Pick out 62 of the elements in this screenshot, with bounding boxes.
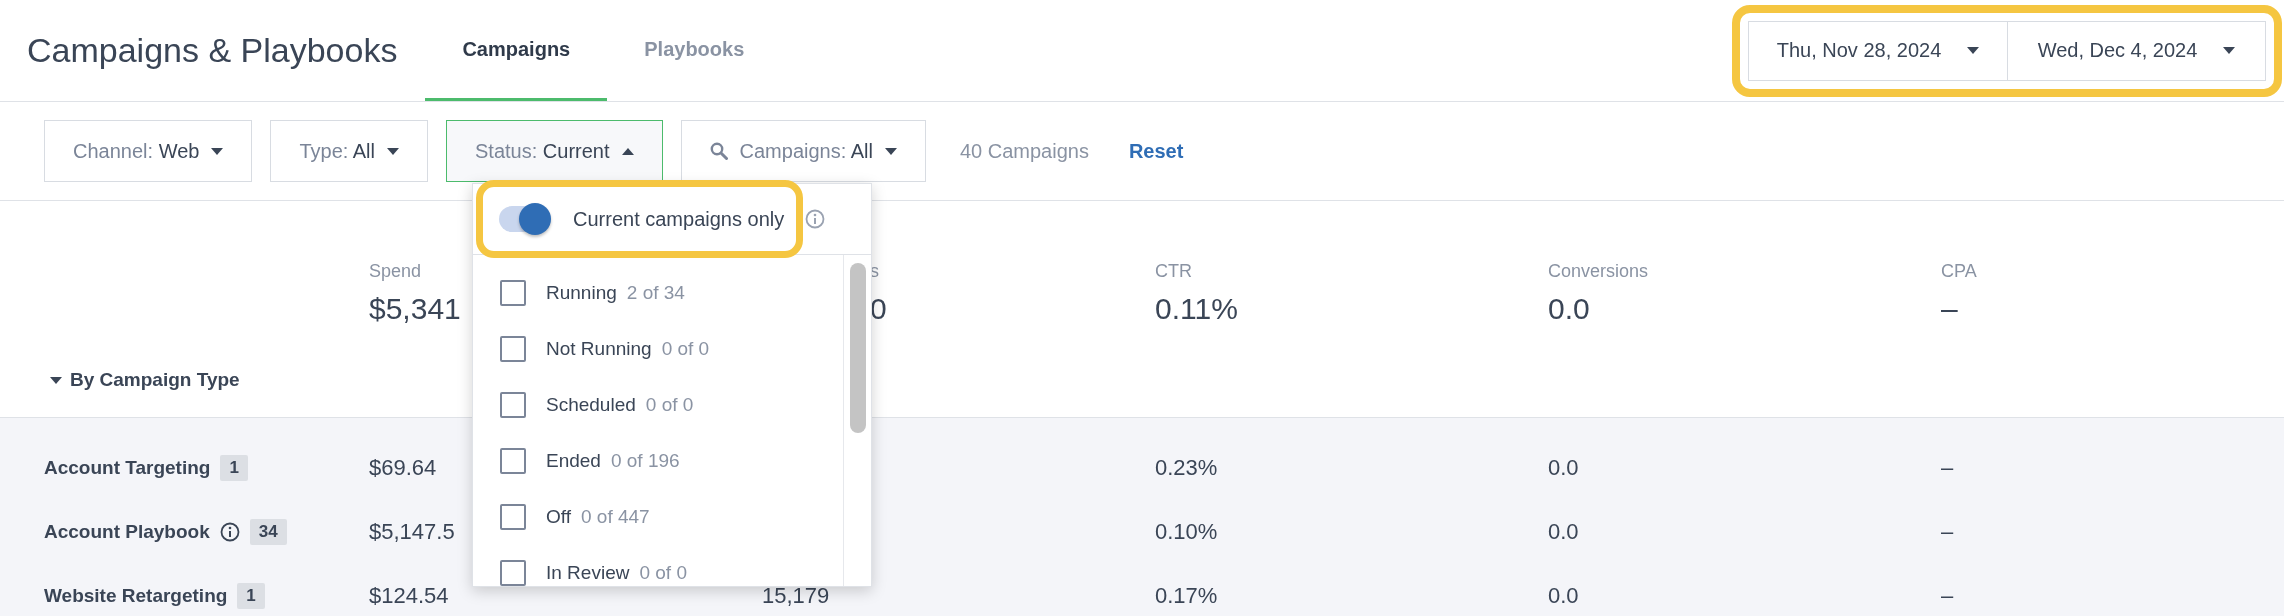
info-icon (219, 522, 240, 542)
metric-value: 0.11% (1155, 292, 1238, 326)
table-cell: 0.0 (1548, 583, 1579, 608)
table-cell: $5,147.5 (369, 519, 455, 544)
status-option[interactable]: Scheduled 0 of 0 (473, 377, 843, 433)
table-cell: – (1941, 519, 1954, 544)
status-option[interactable]: Ended 0 of 196 (473, 433, 843, 489)
count-badge: 1 (237, 583, 265, 609)
checkbox[interactable] (500, 392, 526, 418)
info-icon (805, 209, 826, 229)
caret-icon (884, 147, 897, 155)
checkbox[interactable] (500, 448, 526, 474)
table-cell: 15,179 (762, 583, 830, 608)
reset-link[interactable]: Reset (1128, 139, 1184, 163)
status-option[interactable]: Off 0 of 447 (473, 489, 843, 545)
toggle-switch[interactable] (499, 206, 549, 232)
table-cell: – (1941, 583, 1954, 608)
row-name: Account Targeting (44, 457, 211, 479)
status-option[interactable]: Running 2 of 34 (473, 265, 843, 321)
table-cell: 0.0 (1548, 519, 1579, 544)
table-cell: 0.23% (1155, 455, 1218, 480)
filter-dropdown[interactable]: Type: All (270, 120, 428, 182)
metric-value: – (1941, 292, 1958, 326)
caret-icon (621, 147, 634, 155)
table-cell: $124.54 (369, 583, 449, 608)
campaign-count: 40 Campaigns (959, 139, 1089, 163)
checkbox[interactable] (500, 504, 526, 530)
checkbox[interactable] (500, 336, 526, 362)
checkbox[interactable] (500, 280, 526, 306)
count-badge: 1 (220, 455, 248, 481)
caret-icon (50, 376, 62, 384)
date-picker[interactable]: Wed, Dec 4, 2024 (2007, 21, 2265, 80)
metric-label: CTR (1155, 261, 1192, 282)
metric-label: CPA (1941, 261, 1977, 282)
row-name: Website Retargeting (44, 585, 228, 607)
caret-icon (1967, 47, 1980, 54)
row-name: Account Playbook (44, 521, 210, 543)
caret-icon (211, 147, 224, 155)
table-cell: $69.64 (369, 455, 437, 480)
table-cell: 0.0 (1548, 455, 1579, 480)
page-title: Campaigns & Playbooks (26, 31, 398, 70)
date-picker[interactable]: Thu, Nov 28, 2024 (1749, 21, 2007, 80)
count-badge: 34 (249, 519, 287, 545)
search-icon (709, 142, 728, 160)
checkbox[interactable] (500, 560, 526, 586)
metric-value: 0.0 (1548, 292, 1590, 326)
caret-icon (387, 147, 399, 155)
metric-label: Spend (369, 261, 422, 282)
status-option[interactable]: Not Running 0 of 0 (473, 321, 843, 377)
tab[interactable]: Campaigns (425, 0, 608, 101)
table-cell: – (1941, 455, 1954, 480)
table-cell: 0.10% (1155, 519, 1218, 544)
group-toggle[interactable]: By Campaign Type (50, 369, 240, 391)
table-cell: 0.17% (1155, 583, 1218, 608)
scrollbar-thumb[interactable] (850, 263, 866, 433)
metric-label: Conversions (1548, 261, 1649, 282)
toggle-label: Current campaigns only (573, 207, 785, 231)
metric-value: $5,341 (369, 292, 461, 326)
status-option[interactable]: In Review 0 of 0 (473, 545, 843, 586)
filter-dropdown[interactable]: Status: Current (446, 120, 663, 182)
caret-icon (2223, 47, 2236, 54)
filter-dropdown[interactable]: Channel: Web (44, 120, 253, 182)
